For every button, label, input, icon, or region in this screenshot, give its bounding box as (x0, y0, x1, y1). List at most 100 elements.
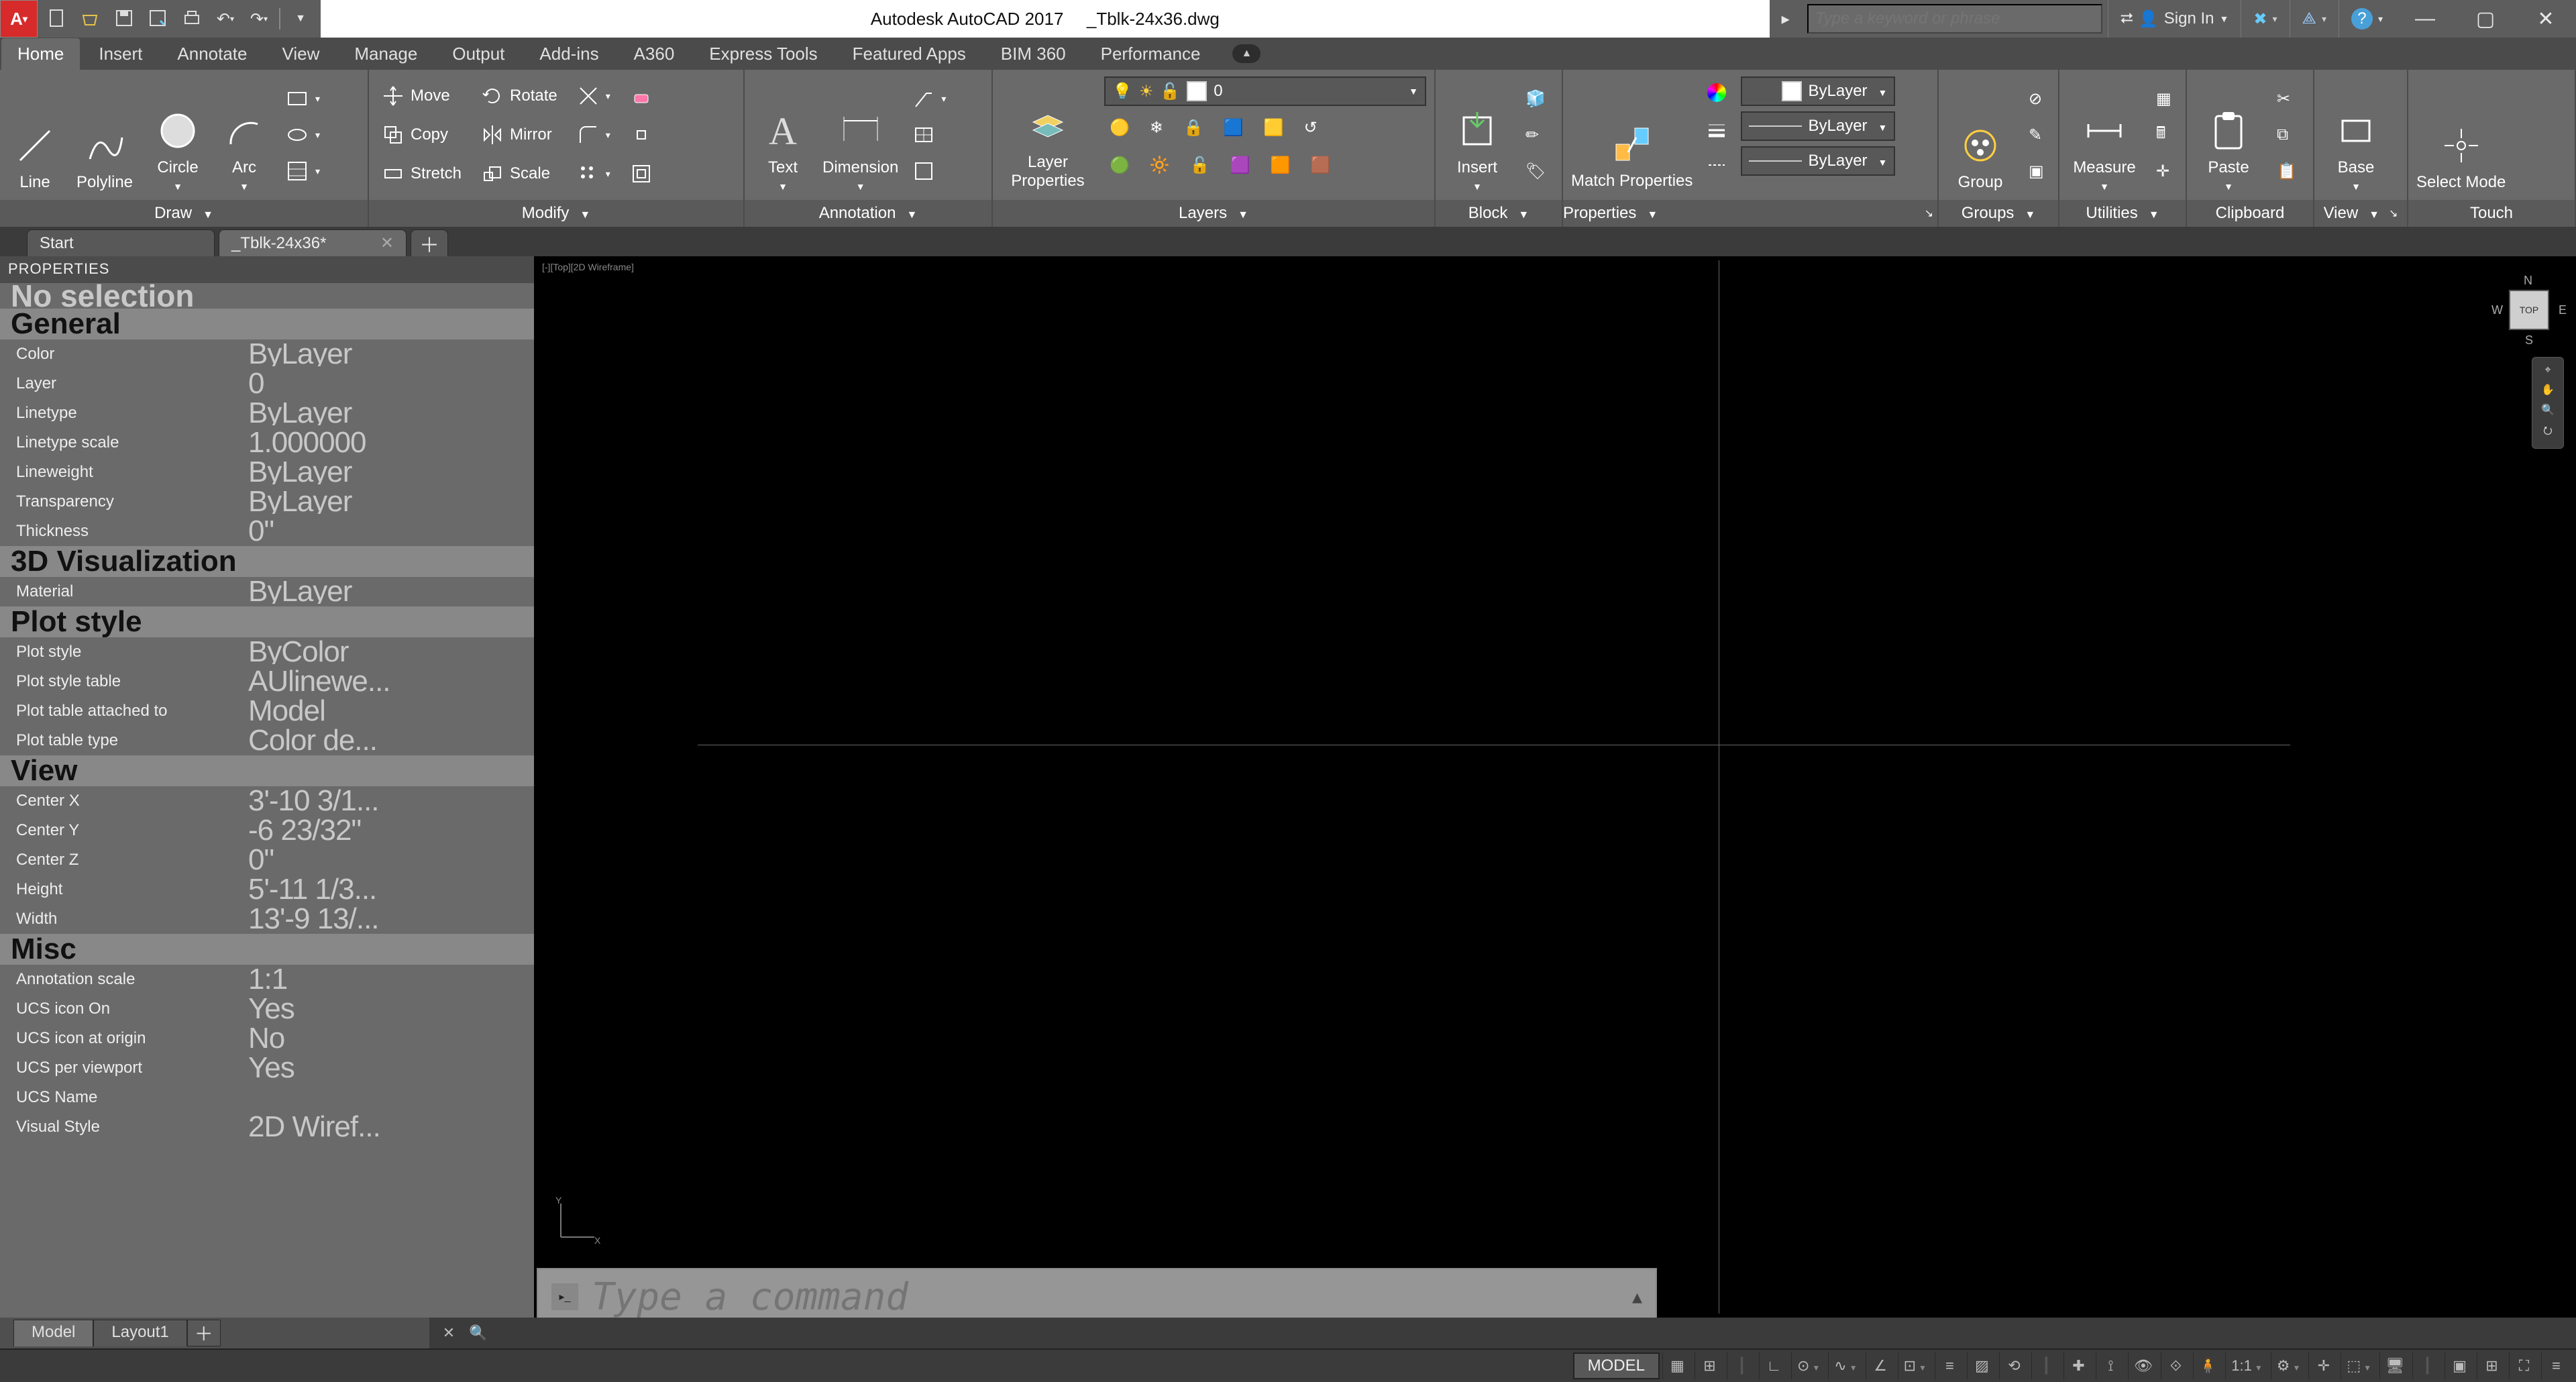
viewport-label[interactable]: [-][Top][2D Wireframe] (538, 260, 638, 274)
qat-new-icon[interactable] (44, 5, 71, 32)
window-maximize-icon[interactable]: ▢ (2455, 0, 2516, 38)
status-otrack-icon[interactable]: ⊡ (1898, 1352, 1932, 1379)
layer-lock-icon[interactable]: 🔒 (1178, 111, 1209, 144)
prop-row[interactable]: UCS icon at originNo (0, 1024, 534, 1053)
offset-icon[interactable] (625, 158, 657, 190)
window-close-icon[interactable]: ✕ (2516, 0, 2576, 38)
ribbon-tab-annotate[interactable]: Annotate (161, 38, 263, 70)
ungroup-icon[interactable]: ⊘ (2023, 83, 2049, 115)
qat-save-icon[interactable] (111, 5, 138, 32)
ribbon-tab-output[interactable]: Output (436, 38, 521, 70)
rotate-button[interactable]: Rotate (476, 80, 563, 112)
layer-selector[interactable]: 💡 ☀ 🔓 0 ▼ (1104, 76, 1426, 106)
drawing-viewport[interactable]: [-][Top][2D Wireframe] N W E S TOP ⌖ ✋ 🔍… (534, 256, 2576, 1318)
circle-button[interactable]: Circle▼ (148, 78, 208, 192)
layer-make-icon[interactable]: 🟪 (1225, 149, 1256, 181)
dimension-button[interactable]: Dimension▼ (822, 78, 898, 192)
prop-value[interactable]: 2D Wiref... (248, 1115, 534, 1138)
ribbon-tab-addins[interactable]: Add-ins (523, 38, 614, 70)
status-scale[interactable]: 1:1 (2225, 1352, 2267, 1379)
app-icon[interactable]: A▾ (0, 0, 38, 38)
prop-row[interactable]: UCS icon OnYes (0, 994, 534, 1024)
ribbon-tab-view[interactable]: View (266, 38, 335, 70)
exchange-icon[interactable]: ✖▾ (2241, 0, 2289, 38)
move-button[interactable]: Move (377, 80, 467, 112)
status-gear-icon[interactable]: ⚙ (2271, 1352, 2306, 1379)
copy-button[interactable]: Copy (377, 119, 467, 151)
match-properties-button[interactable]: Match Properties (1571, 76, 1693, 191)
group-edit-icon[interactable]: ✎ (2023, 119, 2049, 151)
file-tab-drawing[interactable]: _Tblk-24x36*✕ (219, 229, 407, 256)
signin-button[interactable]: ⮂ 👤 Sign In ▼ (2108, 0, 2241, 38)
paste-button[interactable]: Paste▼ (2195, 78, 2262, 192)
status-annovisible-icon[interactable]: 👁 (2128, 1352, 2158, 1379)
help-icon[interactable]: ?▾ (2339, 0, 2395, 38)
nav-fullnav-icon[interactable]: ⌖ (2544, 364, 2551, 376)
fillet-icon[interactable]: ▾ (572, 119, 616, 151)
nav-orbit-icon[interactable]: ⭮ (2543, 423, 2552, 441)
status-ortho-icon[interactable]: ∟ (1759, 1352, 1788, 1379)
prop-value[interactable]: ByLayer (248, 490, 534, 513)
qat-saveas-icon[interactable] (145, 5, 172, 32)
layer-prev-icon[interactable]: ↺ (1299, 111, 1323, 144)
prop-value[interactable]: 1:1 (248, 967, 534, 991)
paste-special-icon[interactable]: 📋 (2271, 155, 2302, 187)
util-select-icon[interactable]: ▦ (2151, 83, 2177, 115)
lineweight-icon[interactable] (1702, 113, 1731, 145)
panel-modify-label[interactable]: Modify (369, 200, 743, 227)
status-polar-icon[interactable]: ⊙ (1791, 1352, 1825, 1379)
status-isodraft-icon[interactable]: ∿ (1828, 1352, 1862, 1379)
help-search-input[interactable] (1807, 4, 2102, 34)
polyline-button[interactable]: Polyline (71, 78, 138, 192)
layer-iso-icon[interactable]: 🟨 (1258, 111, 1289, 144)
prop-value[interactable]: 3'-10 3/1... (248, 789, 534, 812)
prop-row[interactable]: Layer0 (0, 369, 534, 398)
ribbon-minimize-toggle[interactable] (1232, 44, 1260, 63)
leader-icon[interactable]: ▾ (908, 83, 951, 115)
panel-block-label[interactable]: Block (1436, 200, 1562, 227)
ribbon-tab-insert[interactable]: Insert (83, 38, 158, 70)
layer-walk-icon[interactable]: 🟧 (1265, 149, 1296, 181)
linetype-selector[interactable]: ByLayer (1741, 146, 1895, 176)
prop-row[interactable]: UCS per viewportYes (0, 1053, 534, 1083)
qat-open-icon[interactable] (78, 5, 105, 32)
layer-on-icon[interactable]: 🟢 (1104, 149, 1135, 181)
layer-thaw-icon[interactable]: 🔆 (1144, 149, 1175, 181)
command-input[interactable] (592, 1275, 1619, 1319)
ribbon-tab-featuredapps[interactable]: Featured Apps (837, 38, 982, 70)
color-selector[interactable]: ByLayer (1741, 76, 1895, 106)
status-annoscale-icon[interactable]: ⟟ (2096, 1352, 2125, 1379)
cmd-search-icon[interactable]: 🔍 (467, 1322, 490, 1344)
prop-value[interactable]: ByLayer (248, 580, 534, 603)
prop-value[interactable]: 0" (248, 519, 534, 543)
navbar[interactable]: ⌖ ✋ 🔍 ⭮ (2532, 357, 2564, 449)
prop-group-header[interactable]: Misc (0, 934, 534, 965)
prop-row[interactable]: Width13'-9 13/... (0, 904, 534, 934)
a360-icon[interactable]: ⟁▾ (2290, 0, 2339, 38)
util-point-icon[interactable]: ✛ (2151, 155, 2177, 187)
prop-value[interactable]: 0" (248, 848, 534, 871)
palette-noselection[interactable]: No selection (0, 283, 534, 309)
prop-row[interactable]: Height5'-11 1/3... (0, 875, 534, 904)
status-isolate-icon[interactable]: ▣ (2445, 1352, 2474, 1379)
color-swatch-icon[interactable] (1702, 76, 1731, 109)
prop-row[interactable]: Plot styleByColor (0, 637, 534, 667)
status-osnap-icon[interactable]: ∠ (1866, 1352, 1895, 1379)
layer-unlock-icon[interactable]: 🔓 (1185, 149, 1216, 181)
annot-cells-icon[interactable] (908, 155, 951, 187)
layout-tab-model[interactable]: Model (13, 1320, 93, 1346)
layout-tab-layout1[interactable]: Layout1 (93, 1320, 186, 1346)
status-cycle-icon[interactable]: ⟲ (1999, 1352, 2029, 1379)
prop-group-header[interactable]: Plot style (0, 606, 534, 637)
cut-icon[interactable]: ✂ (2271, 83, 2302, 115)
ribbon-tab-home[interactable]: Home (1, 38, 80, 70)
prop-group-header[interactable]: View (0, 755, 534, 786)
prop-row[interactable]: Thickness0" (0, 517, 534, 546)
layer-properties-button[interactable]: Layer Properties (1001, 76, 1095, 191)
qat-redo-icon[interactable]: ↷▾ (246, 5, 272, 32)
status-clean-icon[interactable]: ⛶ (2509, 1352, 2538, 1379)
window-minimize-icon[interactable]: — (2395, 0, 2455, 38)
measure-button[interactable]: Measure▼ (2068, 78, 2141, 192)
ribbon-tab-expresstools[interactable]: Express Tools (693, 38, 833, 70)
prop-row[interactable]: UCS Name (0, 1083, 534, 1112)
